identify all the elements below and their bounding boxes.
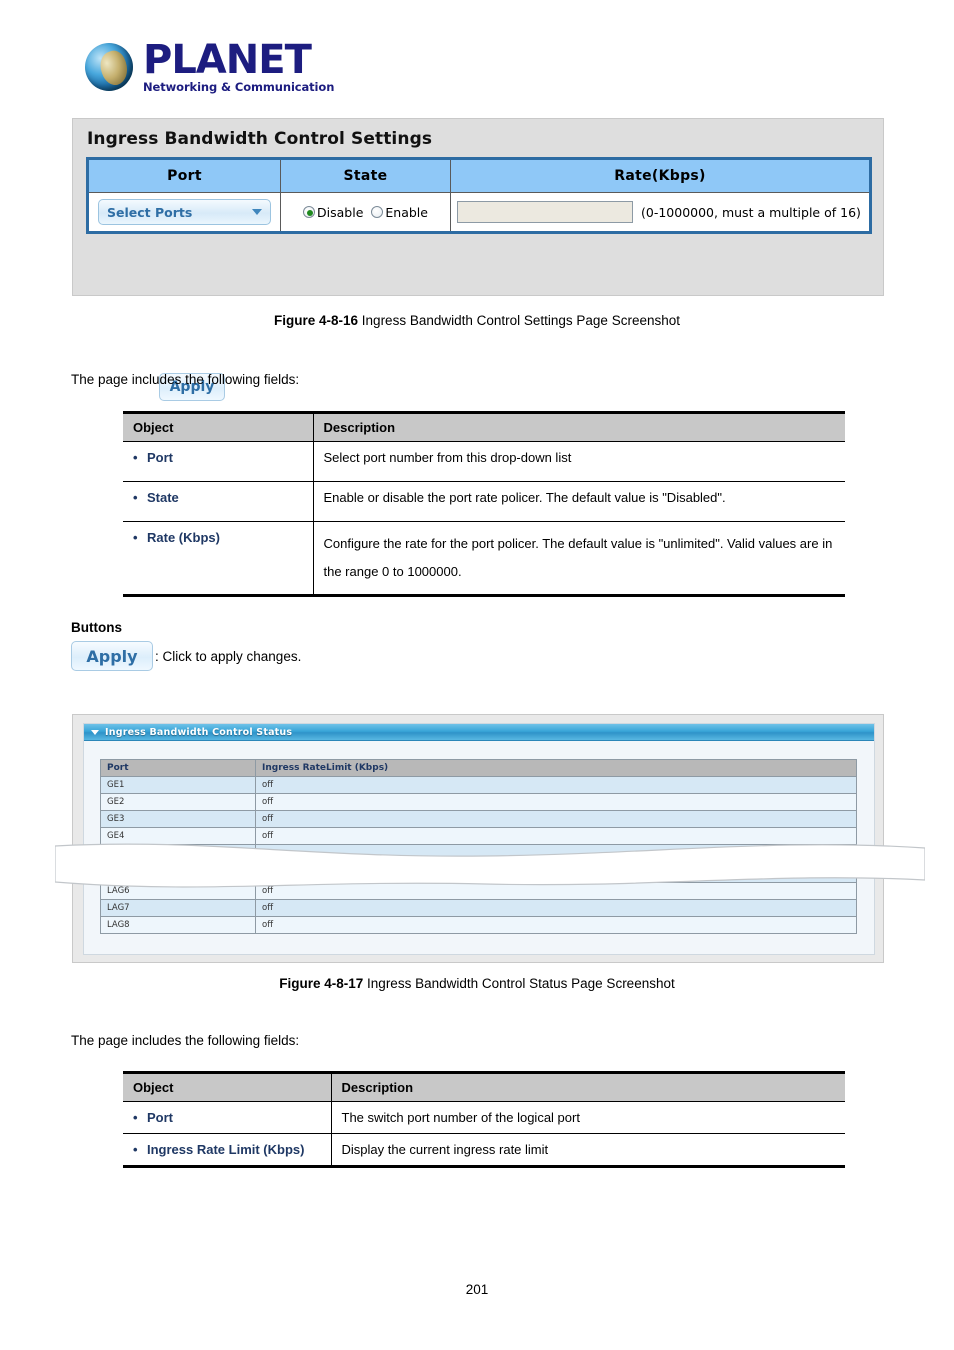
column-header-port: Port (87, 158, 281, 193)
table-row: GE2 off (100, 793, 857, 811)
status-panel-title: Ingress Bandwidth Control Status (105, 726, 293, 738)
rate-hint-text: (0-1000000, must a multiple of 16) (641, 204, 861, 220)
figure-1-caption: Figure 4-8-16 Ingress Bandwidth Control … (0, 313, 954, 328)
object-label: Port (147, 1110, 173, 1125)
figure-2-text: Ingress Bandwidth Control Status Page Sc… (367, 976, 675, 991)
column-header-ingress-ratelimit: Ingress RateLimit (Kbps) (255, 759, 857, 777)
description-cell: Enable or disable the port rate policer.… (313, 481, 845, 522)
ingress-settings-table: Port State Rate(Kbps) Select Ports Disab… (86, 157, 872, 234)
description-cell: Select port number from this drop-down l… (313, 441, 845, 482)
description-cell: The switch port number of the logical po… (331, 1101, 845, 1134)
column-header-object: Object (123, 1074, 332, 1102)
table-row: • Port The switch port number of the logi… (123, 1101, 845, 1134)
table-header-row: Port Ingress RateLimit (Kbps) (100, 759, 857, 777)
column-header-description: Description (313, 414, 845, 442)
object-cell: • State (123, 481, 314, 522)
state-cell: Disable Enable (280, 192, 451, 233)
planet-logo: PLANET Networking & Communication (85, 40, 334, 94)
table-row: LAG7 off (100, 899, 857, 917)
limit-cell: off (255, 793, 857, 811)
bullet-icon: • (133, 530, 138, 545)
table-header-row: Object Description (123, 414, 845, 442)
object-cell: • Port (123, 1101, 332, 1134)
select-ports-label: Select Ports (107, 204, 193, 220)
table-row: GE3 off (100, 810, 857, 828)
state-radio-enable[interactable]: Enable (371, 205, 428, 220)
figure-1-text: Ingress Bandwidth Control Settings Page … (361, 313, 680, 328)
table-header-row: Object Description (123, 1074, 845, 1102)
rate-input[interactable] (457, 201, 633, 223)
chevron-down-icon (252, 209, 262, 215)
object-label: Ingress Rate Limit (Kbps) (147, 1142, 305, 1157)
figure-1-number: Figure 4-8-16 (274, 313, 359, 328)
table-row: • State Enable or disable the port rate p… (123, 481, 845, 522)
select-ports-dropdown[interactable]: Select Ports (98, 199, 271, 225)
fields-table-1: Object Description • Port Select port num… (123, 411, 845, 598)
bullet-icon: • (133, 1142, 138, 1157)
brand-name: PLANET (143, 37, 312, 83)
buttons-row: Apply : Click to apply changes. (71, 641, 301, 671)
description-cell: Display the current ingress rate limit (331, 1133, 845, 1167)
apply-button-description: : Click to apply changes. (155, 648, 302, 664)
object-label: Port (147, 450, 173, 465)
port-cell: GE2 (100, 793, 256, 811)
state-radio-disable[interactable]: Disable (303, 205, 363, 220)
table-row: • Port Select port number from this drop-… (123, 441, 845, 482)
column-header-description: Description (331, 1074, 845, 1102)
intro-text-1: The page includes the following fields: (71, 372, 300, 387)
column-header-port: Port (100, 759, 256, 777)
brand-tagline: Networking & Communication (143, 80, 335, 94)
limit-cell: off (255, 776, 857, 794)
limit-cell: off (255, 916, 857, 934)
ingress-bandwidth-settings-panel: Ingress Bandwidth Control Settings Port … (72, 118, 884, 401)
figure-2-number: Figure 4-8-17 (279, 976, 364, 991)
object-cell: • Rate (Kbps) (123, 521, 314, 596)
object-cell: • Port (123, 441, 314, 482)
state-option-disable-label: Disable (317, 204, 364, 220)
table-row: • Ingress Rate Limit (Kbps) Display the c… (123, 1133, 845, 1167)
object-cell: • Ingress Rate Limit (Kbps) (123, 1133, 332, 1167)
intro-text-2: The page includes the following fields: (71, 1033, 300, 1048)
description-cell: Configure the rate for the port policer.… (313, 521, 845, 596)
table-header-row: Port State Rate(Kbps) (87, 158, 871, 193)
object-label: State (147, 490, 179, 505)
table-row: LAG8 off (100, 916, 857, 934)
port-cell: Select Ports (87, 192, 281, 233)
port-cell: LAG7 (100, 899, 256, 917)
triangle-down-icon[interactable] (91, 729, 99, 735)
radio-disable-indicator[interactable] (303, 206, 316, 218)
globe-icon (85, 42, 133, 91)
state-option-enable-label: Enable (385, 204, 428, 220)
torn-page-cut-overlay (55, 843, 925, 888)
column-header-state: State (280, 158, 451, 193)
table-row: GE1 off (100, 776, 857, 794)
port-cell: GE1 (100, 776, 256, 794)
table-row: Select Ports Disable Enable (0-1000000, … (87, 192, 871, 233)
status-panel-titlebar[interactable]: Ingress Bandwidth Control Status (84, 724, 874, 741)
limit-cell: off (255, 899, 857, 917)
logo-text-block: PLANET Networking & Communication (143, 40, 334, 94)
bullet-icon: • (133, 1110, 138, 1125)
object-label: Rate (Kbps) (147, 530, 220, 545)
port-cell: LAG8 (100, 916, 256, 934)
radio-enable-indicator[interactable] (371, 206, 384, 218)
figure-2-caption: Figure 4-8-17 Ingress Bandwidth Control … (0, 976, 954, 991)
rate-cell: (0-1000000, must a multiple of 16) (450, 192, 871, 233)
fields-table-2: Object Description • Port The switch port… (123, 1071, 845, 1169)
bullet-icon: • (133, 490, 138, 505)
column-header-object: Object (123, 414, 314, 442)
buttons-heading: Buttons (71, 620, 122, 635)
table-row: • Rate (Kbps) Configure the rate for the … (123, 521, 845, 596)
panel-title: Ingress Bandwidth Control Settings (87, 129, 433, 149)
apply-button-sample[interactable]: Apply (71, 641, 153, 671)
limit-cell: off (255, 810, 857, 828)
bullet-icon: • (133, 450, 138, 465)
port-cell: GE3 (100, 810, 256, 828)
page-number: 201 (465, 1282, 489, 1297)
column-header-rate: Rate(Kbps) (450, 158, 871, 193)
